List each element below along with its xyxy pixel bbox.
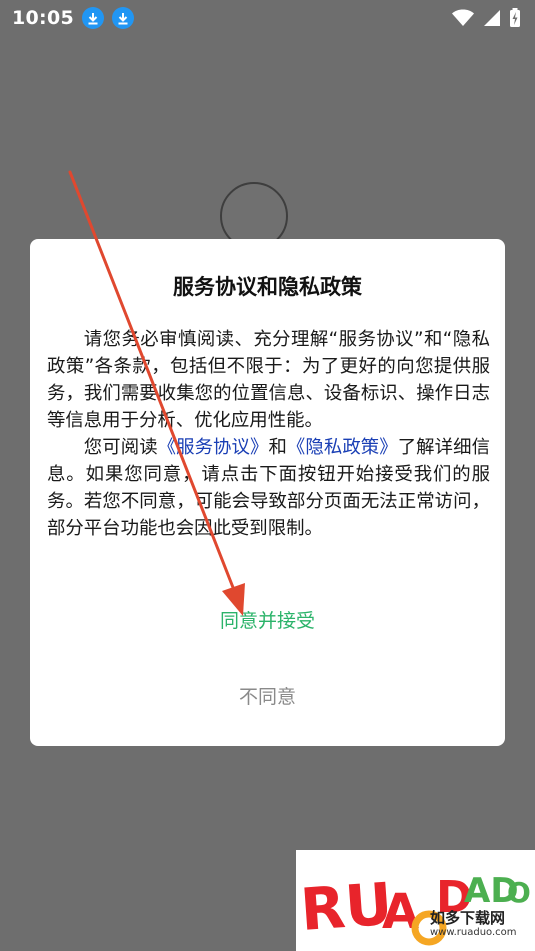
disagree-button[interactable]: 不同意: [30, 679, 505, 715]
paragraph-2-and: 和: [268, 437, 287, 458]
service-agreement-link[interactable]: 《服务协议》: [158, 437, 269, 458]
watermark-logo: RU A D AD O 如多下载网 www.ruaduo.com: [296, 850, 535, 951]
wifi-icon: [452, 9, 474, 26]
watermark-name: 如多下载网: [430, 909, 506, 927]
watermark-url: www.ruaduo.com: [430, 927, 517, 938]
svg-text:RU: RU: [298, 870, 394, 944]
download-icon: [81, 7, 104, 29]
dialog-title: 服务协议和隐私政策: [173, 275, 362, 299]
svg-text:O: O: [507, 876, 531, 909]
status-bar: 10:05: [0, 0, 535, 36]
paragraph-2-prefix: 您可阅读: [83, 437, 158, 458]
download-icon: [111, 7, 134, 29]
privacy-dialog: 服务协议和隐私政策 请您务必审慎阅读、充分理解“服务协议”和“隐私政策”各条款，…: [30, 239, 505, 746]
status-icons: [452, 8, 521, 28]
dialog-paragraph-1: 请您务必审慎阅读、充分理解“服务协议”和“隐私政策”各条款，包括但不限于：为了更…: [47, 329, 490, 431]
dialog-body: 请您务必审慎阅读、充分理解“服务协议”和“隐私政策”各条款，包括但不限于：为了更…: [47, 326, 490, 542]
signal-icon: [484, 10, 500, 26]
dialog-paragraph-2: 您可阅读《服务协议》和《隐私政策》了解详细信息。如果您同意，请点击下面按钮开始接…: [47, 434, 490, 542]
agree-button[interactable]: 同意并接受: [30, 603, 505, 639]
privacy-policy-link[interactable]: 《隐私政策》: [287, 437, 398, 458]
status-time: 10:05: [12, 7, 74, 29]
battery-charging-icon: [510, 8, 520, 27]
